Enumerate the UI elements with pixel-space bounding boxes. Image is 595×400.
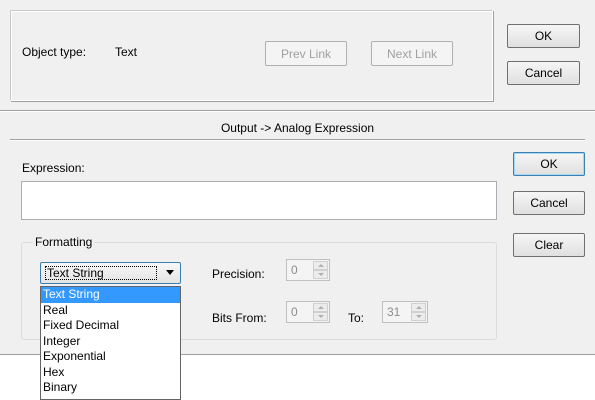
ok-button[interactable]: OK [513,152,585,176]
format-option[interactable]: Text String [41,287,180,303]
bits-from-down-arrow-icon[interactable] [313,312,328,321]
format-dropdown[interactable]: Text String [40,262,181,284]
pane-divider[interactable] [0,110,595,112]
top-ok-button[interactable]: OK [507,24,580,48]
to-label: To: [348,311,365,325]
bits-from-spinner[interactable]: 0 [286,301,330,323]
bits-from-label: Bits From: [212,311,267,325]
top-cancel-button[interactable]: Cancel [507,61,580,85]
chevron-down-icon[interactable] [166,270,174,275]
to-value: 31 [387,305,401,319]
bits-from-value: 0 [291,305,298,319]
to-down-arrow-icon[interactable] [411,312,426,321]
bits-from-up-arrow-icon[interactable] [313,303,328,312]
precision-spinner[interactable]: 0 [286,259,330,281]
section-separator [10,139,585,141]
section-title: Output -> Analog Expression [220,121,375,135]
next-link-button[interactable]: Next Link [371,41,453,66]
precision-value: 0 [291,263,298,277]
formatting-legend: Formatting [33,235,95,249]
precision-up-arrow-icon[interactable] [313,261,328,270]
expression-input[interactable] [21,181,497,220]
object-type-value: Text [115,45,138,59]
format-option[interactable]: Real [41,303,180,319]
format-option[interactable]: Integer [41,334,180,350]
clear-button[interactable]: Clear [513,233,585,257]
format-option[interactable]: Binary [41,380,180,396]
to-spinner[interactable]: 31 [382,301,428,323]
cancel-button[interactable]: Cancel [513,191,585,215]
format-dropdown-value: Text String [47,266,104,280]
format-option[interactable]: Exponential [41,349,180,365]
to-up-arrow-icon[interactable] [411,303,426,312]
precision-label: Precision: [212,267,265,281]
expression-label: Expression: [22,161,85,175]
prev-link-button[interactable]: Prev Link [265,41,347,66]
format-option[interactable]: Hex [41,365,180,381]
precision-down-arrow-icon[interactable] [313,270,328,279]
format-dropdown-list[interactable]: Text String Real Fixed Decimal Integer E… [40,286,181,400]
object-type-label: Object type: [22,45,87,59]
format-option[interactable]: Fixed Decimal [41,318,180,334]
